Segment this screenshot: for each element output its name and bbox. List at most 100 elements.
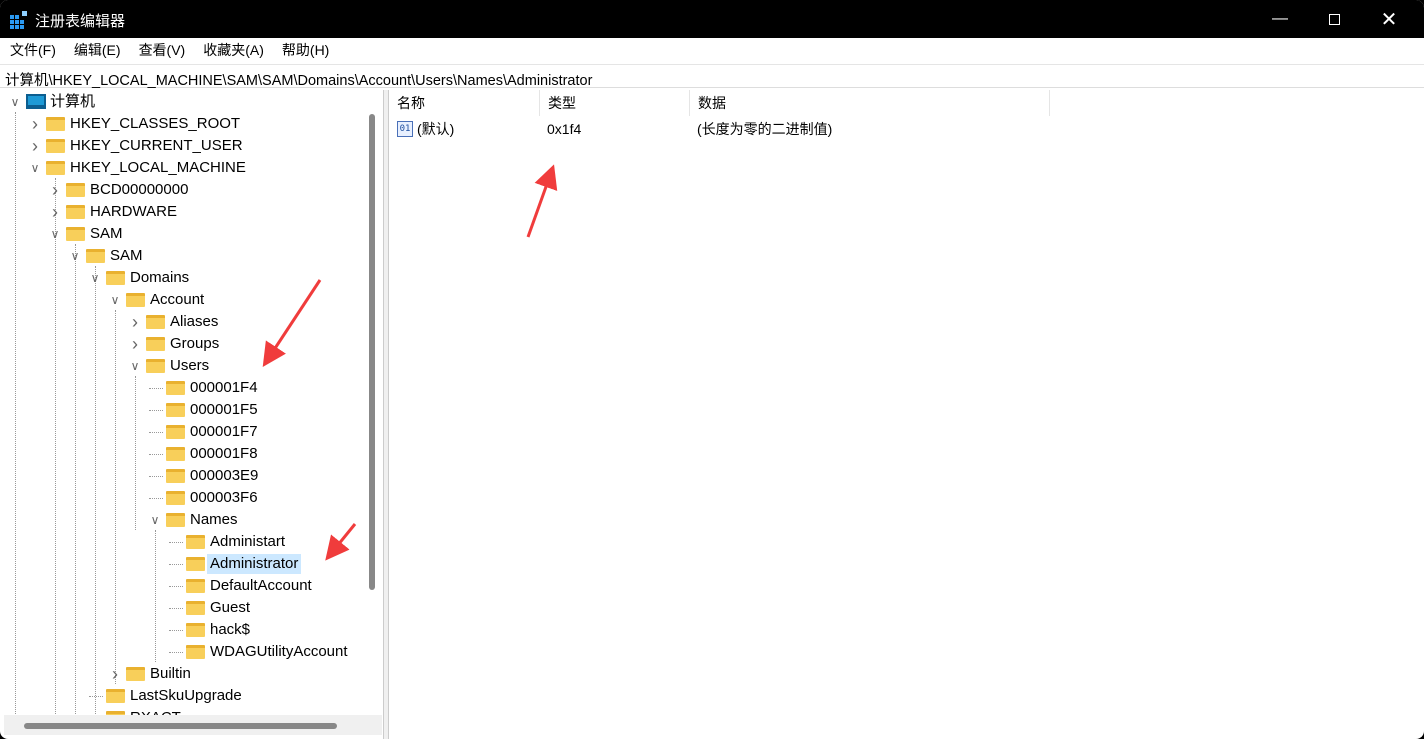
menu-edit[interactable]: 编辑(E): [74, 40, 121, 60]
tree-node-label: Builtin: [150, 665, 191, 682]
tree-node[interactable]: ∨ 计算机: [4, 91, 382, 113]
tree-node[interactable]: ∨ SAM: [4, 245, 382, 267]
folder-icon: [146, 359, 165, 373]
menu-favorites[interactable]: 收藏夹(A): [203, 40, 264, 60]
chevron-down-icon[interactable]: ∨: [9, 91, 21, 113]
menu-file[interactable]: 文件(F): [10, 40, 56, 60]
chevron-down-icon[interactable]: ∨: [109, 289, 121, 311]
menu-bar: 文件(F) 编辑(E) 查看(V) 收藏夹(A) 帮助(H): [0, 38, 1424, 62]
folder-icon: [66, 183, 85, 197]
tree-node-label: Administrator: [207, 554, 302, 574]
tree-node-label: LastSkuUpgrade: [130, 687, 242, 704]
tree-node[interactable]: 000001F5: [4, 399, 382, 421]
chevron-right-icon[interactable]: ›: [109, 663, 121, 685]
tree-node[interactable]: Guest: [4, 597, 382, 619]
chevron-right-icon[interactable]: ›: [49, 179, 61, 201]
maximize-button[interactable]: [1307, 0, 1361, 38]
tree-connector: [149, 476, 163, 477]
tree-node-label: SAM: [90, 225, 123, 242]
folder-icon: [166, 469, 185, 483]
tree-node[interactable]: 000001F8: [4, 443, 382, 465]
chevron-down-icon[interactable]: ∨: [29, 157, 41, 179]
tree-node[interactable]: ∨ Account: [4, 289, 382, 311]
folder-icon: [106, 271, 125, 285]
address-bar[interactable]: 计算机\HKEY_LOCAL_MACHINE\SAM\SAM\Domains\A…: [0, 64, 1424, 89]
tree-node[interactable]: 000003E9: [4, 465, 382, 487]
chevron-right-icon[interactable]: ›: [129, 311, 141, 333]
chevron-down-icon[interactable]: ∨: [69, 245, 81, 267]
column-header-name[interactable]: 名称: [389, 90, 540, 116]
tree-node-label: 000001F4: [190, 379, 258, 396]
column-header-type[interactable]: 类型: [540, 90, 690, 116]
tree-node[interactable]: 000001F4: [4, 377, 382, 399]
folder-icon: [186, 601, 205, 615]
tree-node-label: Account: [150, 291, 205, 308]
tree-node-label: 000001F8: [190, 445, 258, 462]
tree-horizontal-scroll-thumb[interactable]: [24, 723, 337, 729]
tree-node-label: 000003E9: [190, 467, 259, 484]
column-header-data[interactable]: 数据: [690, 90, 1050, 116]
tree-node-label: HKEY_CLASSES_ROOT: [70, 115, 241, 132]
menu-view[interactable]: 查看(V): [139, 40, 186, 60]
tree-node[interactable]: 000001F7: [4, 421, 382, 443]
chevron-right-icon[interactable]: ›: [29, 113, 41, 135]
computer-icon: [26, 94, 46, 109]
value-data: (长度为零的二进制值): [697, 121, 833, 137]
tree-node[interactable]: ∨ HKEY_LOCAL_MACHINE: [4, 157, 382, 179]
tree-node[interactable]: › Builtin: [4, 663, 382, 685]
tree-node[interactable]: › Groups: [4, 333, 382, 355]
value-type: 0x1f4: [547, 121, 582, 137]
folder-icon: [46, 139, 65, 153]
tree-node-label: HKEY_LOCAL_MACHINE: [70, 159, 246, 176]
tree-connector: [149, 388, 163, 389]
chevron-down-icon[interactable]: ∨: [149, 509, 161, 531]
tree-node[interactable]: Administart: [4, 531, 382, 553]
minimize-button[interactable]: —: [1253, 0, 1307, 38]
folder-icon: [186, 535, 205, 549]
menu-help[interactable]: 帮助(H): [282, 40, 329, 60]
tree-node-label: Administart: [210, 533, 286, 550]
tree-node-label: HKEY_CURRENT_USER: [70, 137, 243, 154]
tree-node[interactable]: › HKEY_CURRENT_USER: [4, 135, 382, 157]
tree-node[interactable]: › HARDWARE: [4, 201, 382, 223]
tree-node-label: 000001F7: [190, 423, 258, 440]
folder-icon: [126, 667, 145, 681]
folder-icon: [186, 579, 205, 593]
chevron-down-icon[interactable]: ∨: [89, 267, 101, 289]
folder-icon: [166, 447, 185, 461]
tree-node[interactable]: LastSkuUpgrade: [4, 685, 382, 707]
chevron-right-icon[interactable]: ›: [49, 201, 61, 223]
tree-node[interactable]: ∨ SAM: [4, 223, 382, 245]
folder-icon: [166, 513, 185, 527]
folder-icon: [186, 623, 205, 637]
tree-node[interactable]: DefaultAccount: [4, 575, 382, 597]
tree-node[interactable]: 000003F6: [4, 487, 382, 509]
tree-node[interactable]: ∨ Users: [4, 355, 382, 377]
tree-node-label: WDAGUtilityAccount: [210, 643, 348, 660]
tree-node-label: Groups: [170, 335, 220, 352]
tree-node[interactable]: › Aliases: [4, 311, 382, 333]
regedit-app-icon: [10, 11, 27, 29]
registry-editor-window: 注册表编辑器 — ✕ 文件(F) 编辑(E) 查看(V) 收藏夹(A) 帮助(H…: [0, 0, 1424, 739]
chevron-right-icon[interactable]: ›: [129, 333, 141, 355]
tree-node[interactable]: › HKEY_CLASSES_ROOT: [4, 113, 382, 135]
tree-connector: [149, 410, 163, 411]
chevron-down-icon[interactable]: ∨: [129, 355, 141, 377]
tree-node-label: hack$: [210, 621, 251, 638]
folder-icon: [146, 337, 165, 351]
tree-node[interactable]: ∨ Domains: [4, 267, 382, 289]
title-bar: 注册表编辑器 — ✕: [0, 0, 1424, 38]
tree-node[interactable]: ∨ Names: [4, 509, 382, 531]
folder-icon: [146, 315, 165, 329]
tree-node[interactable]: Administrator: [4, 553, 382, 575]
tree-node[interactable]: › BCD00000000: [4, 179, 382, 201]
tree-vertical-scroll-thumb[interactable]: [369, 114, 375, 590]
chevron-down-icon[interactable]: ∨: [49, 223, 61, 245]
close-button[interactable]: ✕: [1362, 0, 1416, 38]
tree-node[interactable]: hack$: [4, 619, 382, 641]
tree-node[interactable]: WDAGUtilityAccount: [4, 641, 382, 663]
tree-connector: [149, 454, 163, 455]
chevron-right-icon[interactable]: ›: [29, 135, 41, 157]
folder-icon: [166, 403, 185, 417]
tree-node-label: SAM: [110, 247, 143, 264]
